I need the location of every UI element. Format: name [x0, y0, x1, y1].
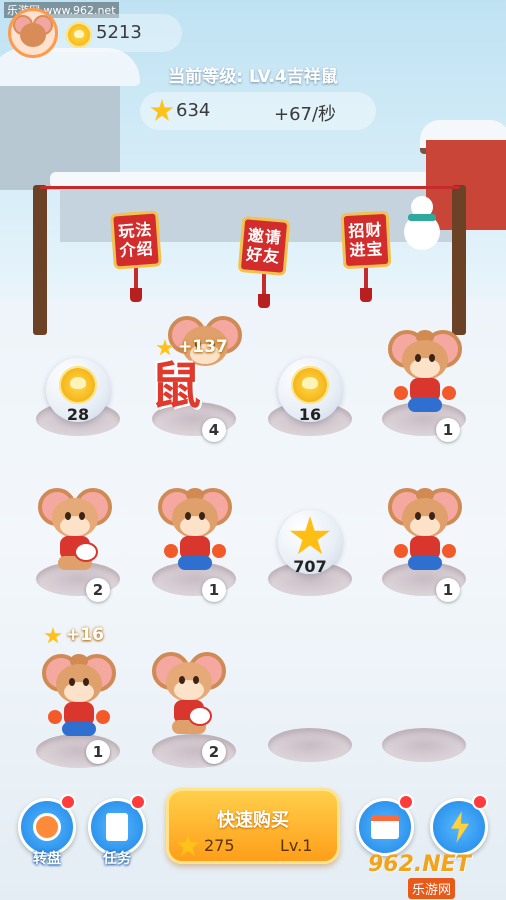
- how-to-play-button[interactable]: 玩法介绍: [110, 210, 162, 270]
- coin-bubble-value: 16: [298, 405, 322, 424]
- notification-dot: [472, 794, 488, 810]
- empty-slot[interactable]: [382, 728, 466, 762]
- lightning-icon: [451, 811, 469, 843]
- tasks-label: 任务: [103, 851, 131, 867]
- shop-icon: [371, 815, 399, 839]
- quick-buy-cost: 275: [204, 836, 235, 855]
- spin-wheel-label: 转盘: [33, 851, 61, 867]
- mouse-lv1[interactable]: [158, 484, 232, 576]
- level-badge: 1: [202, 578, 226, 602]
- quick-buy-level: Lv.1: [280, 836, 313, 855]
- star-count: 634: [176, 100, 211, 121]
- site-logo-watermark: 962.NET 乐游网: [368, 852, 504, 899]
- notification-dot: [398, 794, 414, 810]
- mouse-lv1[interactable]: [388, 484, 462, 576]
- income-popup: +16: [66, 625, 104, 645]
- banner-rope: [40, 186, 460, 189]
- empty-slot[interactable]: [268, 728, 352, 762]
- site-logo-text: 962.NET: [368, 852, 471, 877]
- left-post: [33, 185, 47, 335]
- right-post: [452, 185, 466, 335]
- mouse-lv1[interactable]: [42, 650, 116, 742]
- coin-bubble-value: 28: [66, 405, 90, 424]
- quick-buy-title: 快速购买: [217, 810, 289, 831]
- site-logo-subtext: 乐游网: [408, 878, 456, 899]
- income-popup: +137: [178, 337, 228, 357]
- level-badge: 1: [436, 418, 460, 442]
- notification-dot: [130, 794, 146, 810]
- star-rate: +67/秒: [274, 104, 337, 125]
- current-level: 当前等级: LV.4吉祥鼠: [168, 67, 338, 87]
- notification-dot: [60, 794, 76, 810]
- task-list-icon: [106, 813, 128, 841]
- mouse-lv1[interactable]: [388, 326, 462, 418]
- coin-icon: [66, 22, 92, 48]
- fortune-button[interactable]: 招财进宝: [340, 210, 392, 270]
- level-badge: 2: [202, 740, 226, 764]
- level-badge: 1: [86, 740, 110, 764]
- avatar[interactable]: [8, 8, 58, 58]
- coin-icon: [291, 366, 329, 404]
- star-bubble-value: 707: [293, 557, 327, 576]
- coin-count: 5213: [96, 22, 142, 43]
- wheel-icon: [33, 813, 61, 841]
- mouse-lv2[interactable]: [38, 484, 112, 576]
- coin-icon: [59, 366, 97, 404]
- mouse-lv2[interactable]: [152, 648, 226, 740]
- snowman-decoration: [402, 196, 442, 252]
- level-badge: 2: [86, 578, 110, 602]
- level-badge: 1: [436, 578, 460, 602]
- tassel-decoration: [130, 266, 142, 302]
- level-badge: 4: [202, 418, 226, 442]
- tassel-decoration: [258, 272, 270, 308]
- tassel-decoration: [360, 266, 372, 302]
- invite-friends-button[interactable]: 邀请好友: [237, 216, 291, 276]
- shu-character: 鼠: [151, 357, 201, 415]
